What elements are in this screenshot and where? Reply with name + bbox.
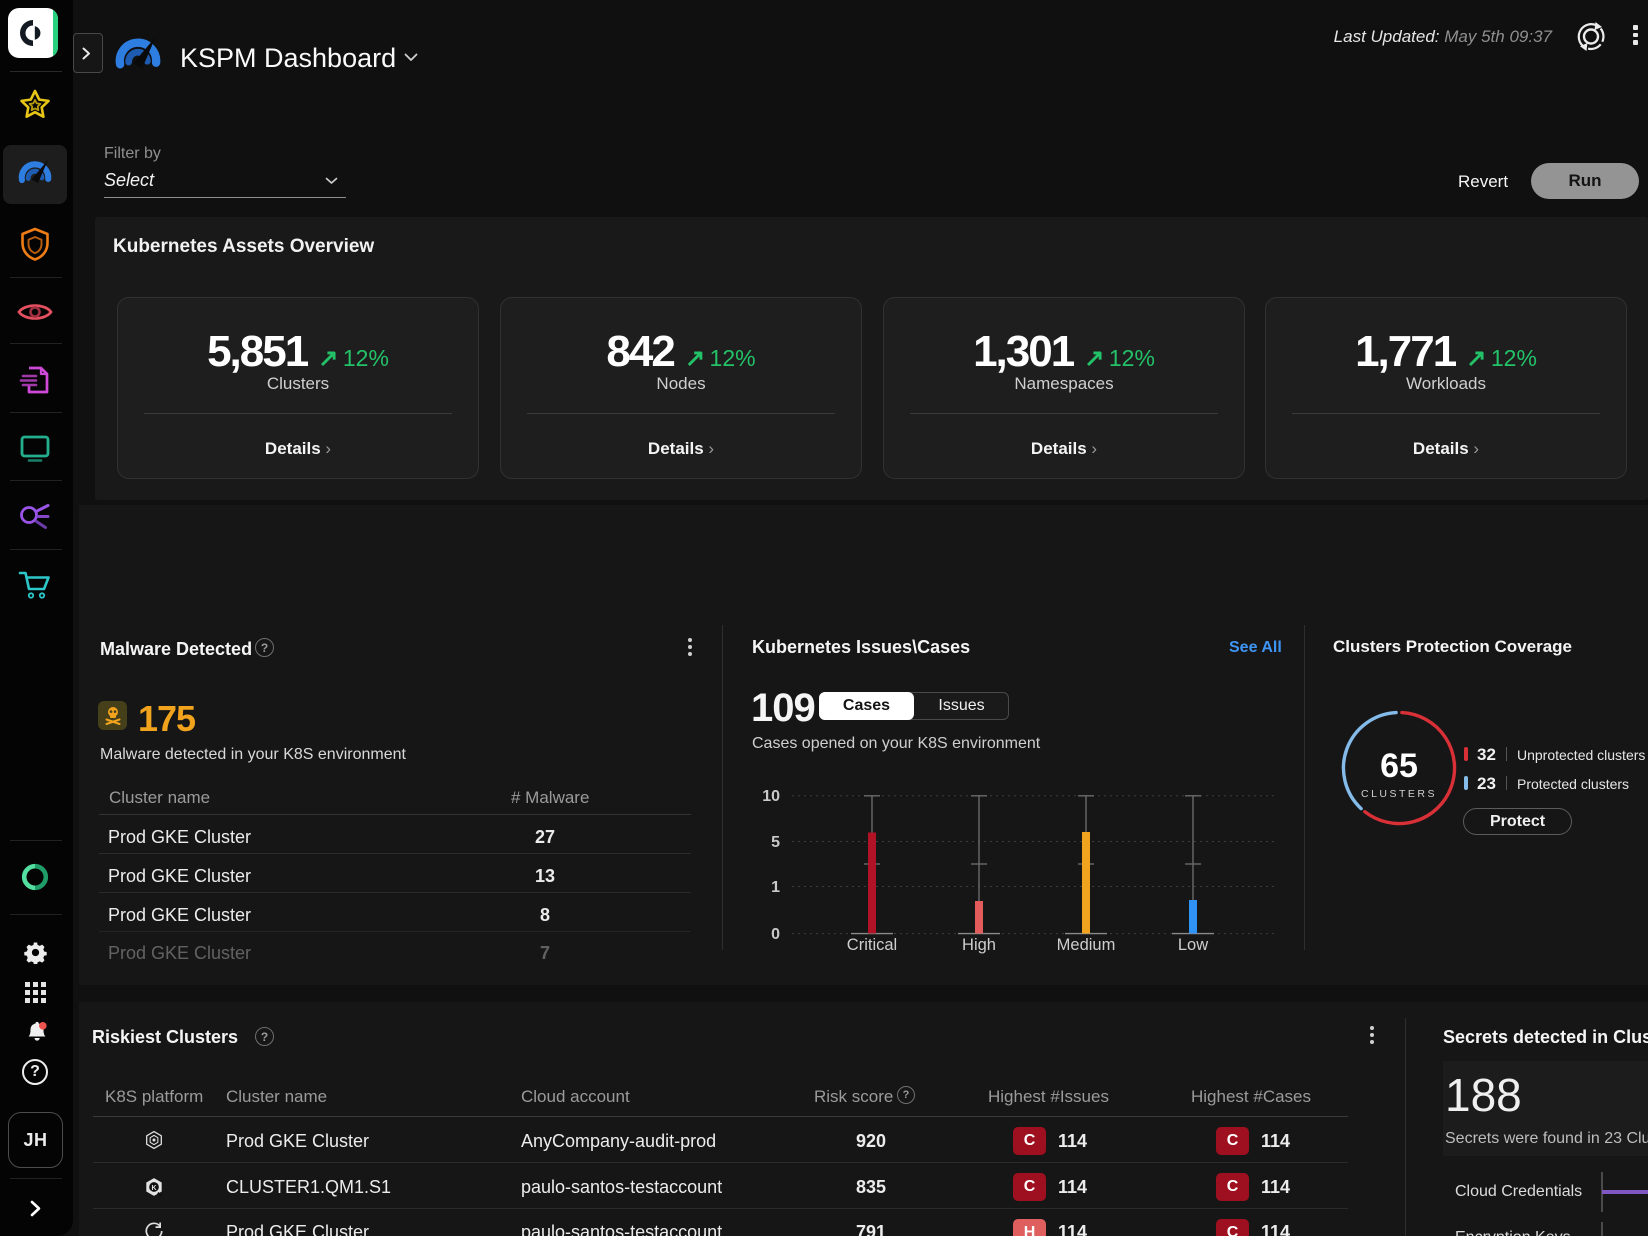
svg-text:65: 65: [1380, 747, 1418, 785]
svg-text:5: 5: [771, 834, 780, 851]
svg-text:0: 0: [771, 926, 780, 943]
svg-text:1: 1: [771, 879, 780, 896]
svg-text:Low: Low: [1178, 936, 1208, 954]
svg-text:K: K: [152, 1185, 157, 1192]
svg-text:High: High: [962, 936, 996, 954]
svg-text:CLUSTERS: CLUSTERS: [1361, 788, 1437, 800]
svg-text:Critical: Critical: [847, 936, 897, 954]
svg-text:Medium: Medium: [1057, 936, 1116, 954]
svg-text:10: 10: [762, 788, 780, 805]
